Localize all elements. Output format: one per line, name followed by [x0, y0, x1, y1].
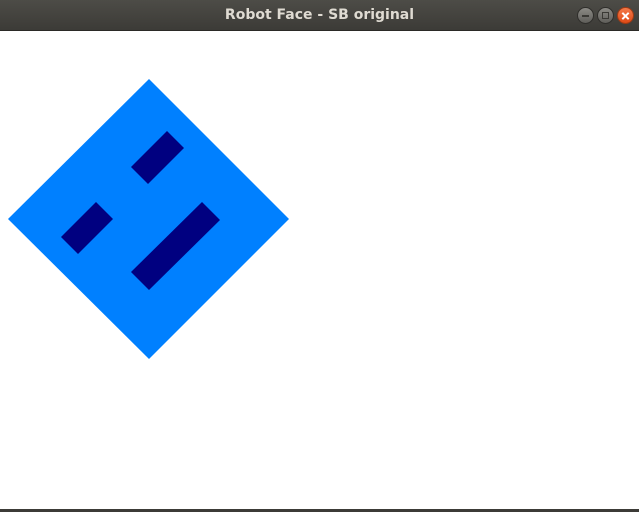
title-bar[interactable]: Robot Face - SB original — [0, 0, 639, 31]
minimize-icon[interactable] — [577, 7, 594, 24]
window-title: Robot Face - SB original — [224, 7, 415, 23]
app-window: Robot Face - SB original — [0, 0, 639, 512]
maximize-icon[interactable] — [597, 7, 614, 24]
close-icon[interactable] — [617, 7, 634, 24]
drawing-canvas — [0, 31, 639, 509]
robot-face-drawing — [8, 79, 289, 359]
robot-face — [8, 79, 289, 359]
window-controls — [577, 7, 634, 24]
